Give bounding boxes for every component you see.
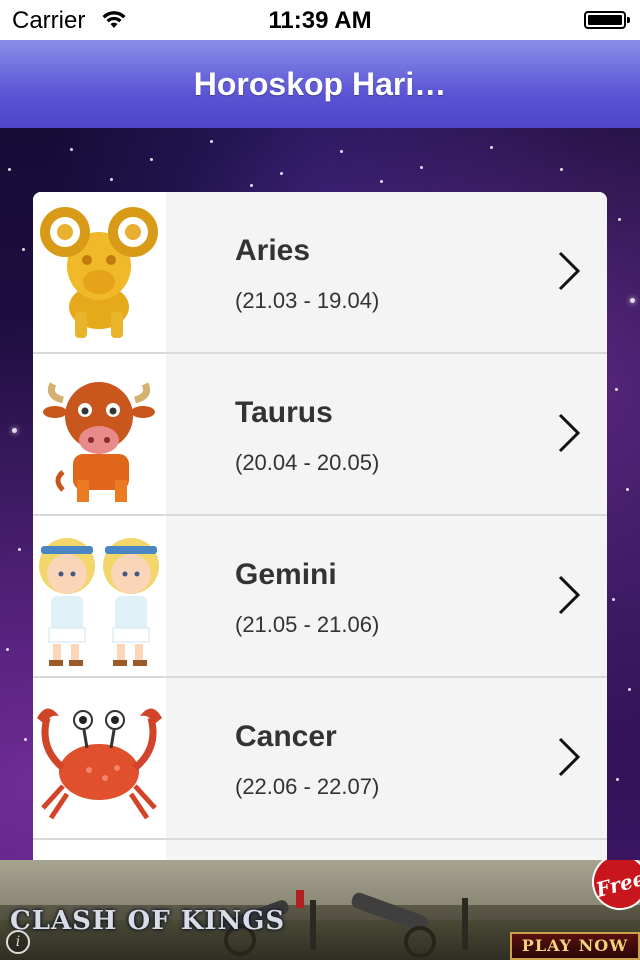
chevron-right-icon — [558, 737, 581, 777]
list-item-taurus[interactable]: Taurus (20.04 - 20.05) — [33, 354, 607, 516]
sign-name: Taurus — [235, 396, 333, 429]
zodiac-list: Aries (21.03 - 19.04) Taurus (20.04 - 20… — [33, 192, 607, 860]
list-item-cancer[interactable]: Cancer (22.06 - 22.07) — [33, 678, 607, 840]
sign-dates: (20.04 - 20.05) — [235, 450, 380, 475]
taurus-bull-icon — [33, 354, 166, 514]
clock: 11:39 AM — [268, 7, 372, 34]
partial-sign-icon — [33, 840, 166, 860]
list-item-aries[interactable]: Aries (21.03 - 19.04) — [33, 192, 607, 354]
chevron-right-icon — [558, 413, 581, 453]
free-badge: Free — [585, 860, 640, 917]
chevron-right-icon — [558, 251, 581, 291]
ad-banner[interactable]: CLASH OF KINGS Free PLAY NOW i — [0, 860, 640, 960]
sign-name: Cancer — [235, 720, 337, 753]
battery-icon — [584, 11, 630, 29]
info-icon[interactable]: i — [6, 930, 30, 954]
list-item-partial[interactable] — [33, 840, 607, 860]
status-bar: Carrier 11:39 AM — [0, 0, 640, 40]
sign-name: Gemini — [235, 558, 337, 591]
cancer-crab-icon — [33, 678, 166, 838]
ad-brand-logo: CLASH OF KINGS — [10, 906, 286, 936]
chevron-right-icon — [558, 575, 581, 615]
page-title: Horoskop Hari… — [193, 66, 447, 102]
aries-ram-icon — [33, 192, 166, 352]
sign-name: Aries — [235, 234, 311, 267]
play-now-button[interactable]: PLAY NOW — [510, 932, 640, 960]
sign-dates: (21.05 - 21.06) — [235, 612, 380, 637]
list-item-gemini[interactable]: Gemini (21.05 - 21.06) — [33, 516, 607, 678]
sign-dates: (21.03 - 19.04) — [235, 288, 380, 313]
sign-dates: (22.06 - 22.07) — [235, 774, 380, 799]
gemini-twins-icon — [33, 516, 166, 676]
navigation-bar: Horoskop Hari… — [0, 40, 640, 129]
